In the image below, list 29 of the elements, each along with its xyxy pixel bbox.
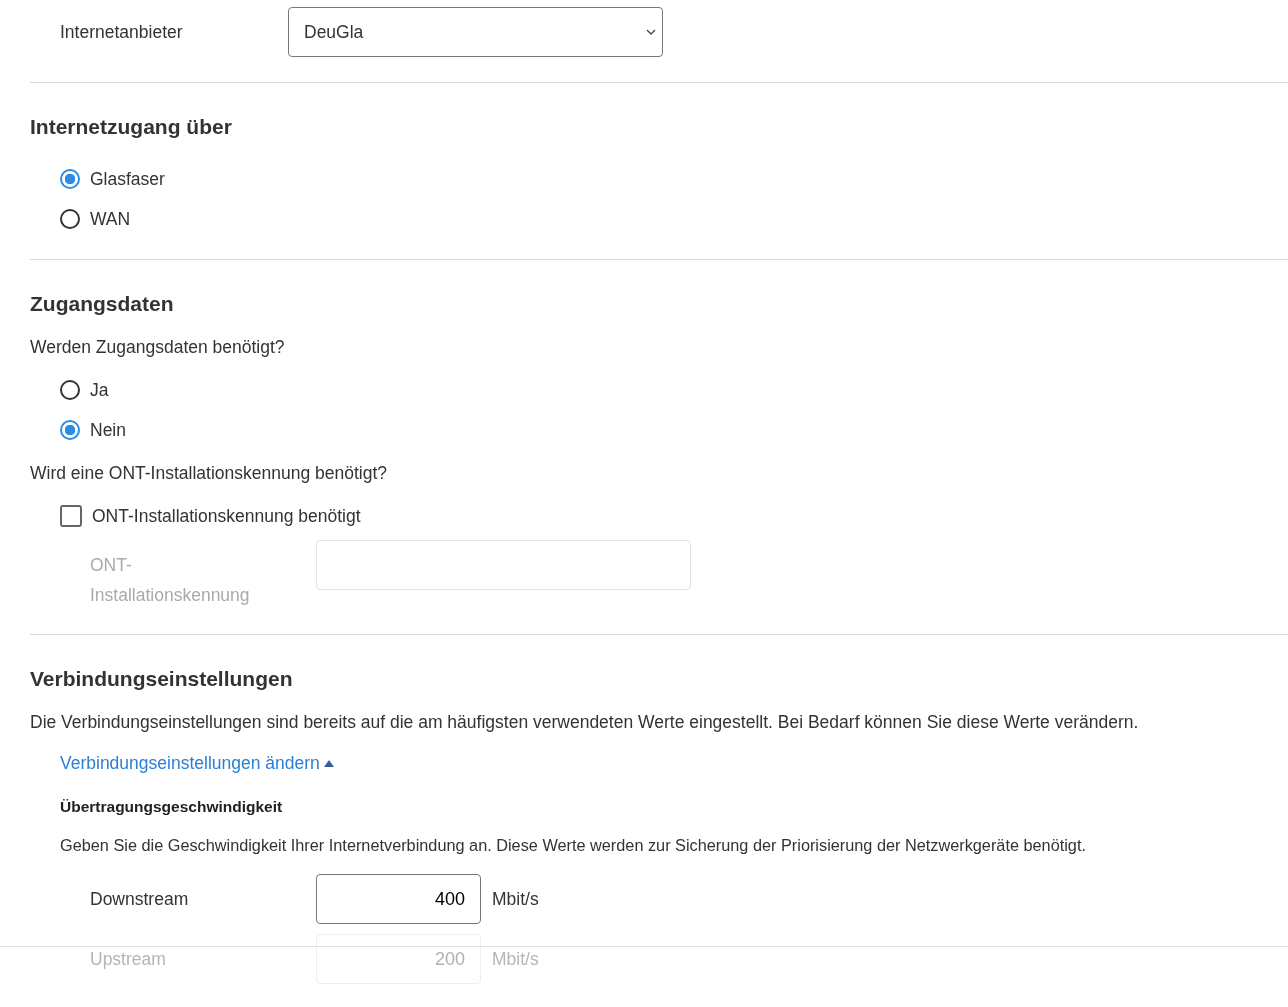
section-heading: Verbindungseinstellungen: [30, 667, 294, 691]
unit-label: Mbit/s: [492, 948, 539, 970]
provider-select[interactable]: DeuGla: [288, 7, 663, 57]
radio-button[interactable]: [60, 169, 80, 189]
description-text: Geben Sie die Geschwindigkeit Ihrer Internetverbindung an. Diese Werte werden zur Sicherung der Priorisierung der Netzwerkgeräte benötigt.: [60, 835, 1087, 856]
radio-button[interactable]: [60, 420, 80, 440]
description-text: Die Verbindungseinstellungen sind bereits auf die am häufigsten verwendeten Werte eingestellt. Bei Bedarf können Sie diese Werte verändern.: [30, 711, 1140, 733]
chevron-down-icon: [646, 29, 656, 35]
speed-input-field[interactable]: 400: [316, 874, 481, 924]
unit-label: Mbit/s: [492, 888, 539, 910]
radio-button[interactable]: [60, 209, 80, 229]
option-label: Glasfaser: [90, 168, 165, 190]
question-text: Werden Zugangsdaten benötigt?: [30, 336, 286, 358]
section-heading: Internetzugang über: [30, 115, 233, 139]
field-label: ONT- Installationskennung: [90, 554, 251, 607]
subsection-heading: Übertragungsgeschwindigkeit: [60, 798, 284, 816]
section-heading: Zugangsdaten: [30, 292, 175, 316]
option-label: Nein: [90, 419, 126, 441]
settings-toggle-link[interactable]: Verbindungseinstellungen ändern: [60, 753, 335, 774]
option-label: WAN: [90, 208, 131, 230]
option-label: Ja: [90, 379, 109, 401]
question-text: Wird eine ONT-Installationskennung benötigt?: [30, 462, 388, 484]
field-label: Upstream: [90, 948, 167, 970]
checkbox-label: ONT-Installationskennung benötigt: [92, 505, 361, 527]
caret-icon: [322, 759, 335, 768]
field-label: Downstream: [90, 888, 190, 910]
checkbox[interactable]: [60, 505, 82, 527]
radio-button[interactable]: [60, 380, 80, 400]
field-label: Internetanbieter: [59, 21, 184, 43]
